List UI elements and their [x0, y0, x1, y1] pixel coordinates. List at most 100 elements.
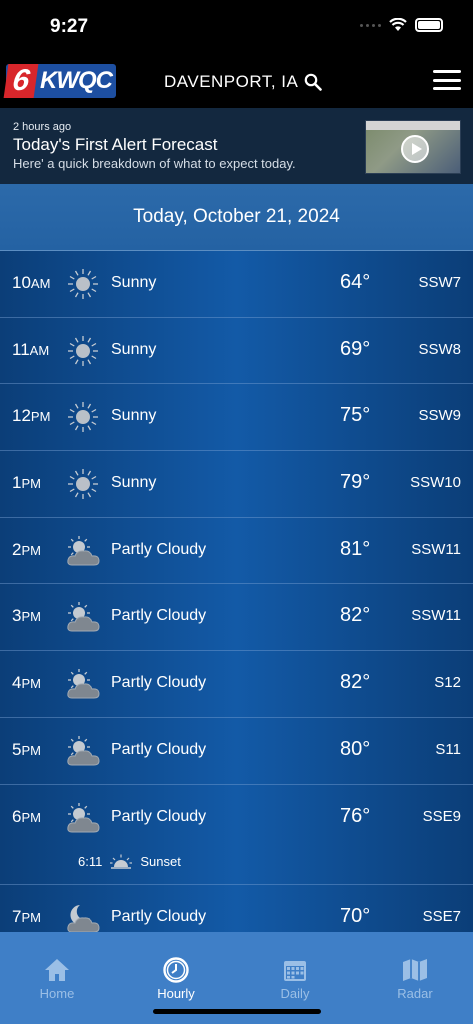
condition-label: Partly Cloudy [111, 907, 207, 925]
status-time: 9:27 [50, 16, 89, 37]
sunset-info: 6:11 Sunset [78, 854, 181, 870]
wind: S11 [435, 740, 461, 758]
wind: SSW9 [418, 407, 461, 425]
tab-daily[interactable]: Daily [250, 956, 340, 1001]
temperature: 81° [340, 537, 371, 560]
hourly-row[interactable]: 10AM Sunny 64° SSW7 [0, 251, 473, 318]
partly-cloudy-icon [67, 535, 100, 566]
partly-cloudy-icon [67, 735, 100, 766]
sunset-time: 6:11 [78, 854, 103, 869]
clock-icon [163, 957, 189, 983]
partly-cloudy-icon [67, 602, 100, 632]
location-label: DAVENPORT, IA [164, 72, 299, 91]
condition-label: Partly Cloudy [111, 540, 207, 558]
wind: SSW11 [411, 540, 461, 558]
temperature: 75° [340, 404, 371, 427]
hour-label: 2PM [12, 539, 41, 559]
hour-label: 7PM [12, 906, 41, 926]
station-logo[interactable]: 6 KWQC [3, 64, 116, 98]
temperature: 76° [340, 804, 371, 827]
wifi-icon [389, 18, 407, 31]
hourly-row[interactable]: 7PM Partly Cloudy 70° SSE7 [0, 885, 473, 932]
status-bar: 9:27 [0, 0, 473, 52]
hourly-row[interactable]: 6PM Partly Cloudy 76° SSE9 6:11 Sunset [0, 785, 473, 885]
tab-label: Daily [280, 986, 310, 1001]
wind: SSW10 [410, 474, 461, 492]
hourly-row[interactable]: 3PM Partly Cloudy 82° SSW11 [0, 584, 473, 652]
condition-label: Partly Cloudy [111, 807, 207, 825]
wind: SSE7 [422, 907, 461, 925]
video-thumbnail[interactable] [365, 120, 461, 174]
hamburger-menu-icon[interactable] [433, 70, 461, 90]
partly-cloudy-icon [67, 669, 100, 699]
wind: SSW8 [418, 340, 461, 358]
condition-label: Sunny [111, 274, 157, 291]
temperature: 80° [340, 737, 371, 760]
temperature: 69° [340, 337, 371, 360]
hour-label: 1PM [12, 473, 41, 493]
condition-label: Sunny [111, 474, 157, 492]
logo-text: KWQC [40, 67, 113, 94]
calendar-icon [284, 961, 306, 981]
hour-label: 5PM [12, 739, 41, 759]
hourly-list: 10AM Sunny 64° SSW7 11AM Sunny 69° SSW8 12PM Sunn… [0, 251, 473, 932]
play-icon[interactable] [401, 135, 429, 163]
condition-label: Partly Cloudy [111, 674, 207, 692]
temperature: 82° [340, 671, 371, 694]
tab-hourly[interactable]: Hourly [131, 956, 221, 1001]
logo-number: 6 [3, 64, 39, 98]
hour-label: 6PM [12, 806, 41, 826]
sun-icon [68, 335, 98, 366]
hourly-row[interactable]: 5PM Partly Cloudy 80° S11 [0, 718, 473, 785]
condition-label: Sunny [111, 407, 157, 425]
promo-title: Today's First Alert Forecast [13, 135, 218, 154]
hourly-row[interactable]: 1PM Sunny 79° SSW10 [0, 451, 473, 518]
temperature: 79° [340, 471, 371, 494]
status-icons [360, 18, 443, 32]
promo-timestamp: 2 hours ago [13, 121, 72, 133]
app-header: 6 KWQC DAVENPORT, IA [0, 52, 473, 108]
battery-icon [415, 18, 443, 32]
tab-label: Radar [397, 986, 433, 1001]
location-selector[interactable]: DAVENPORT, IA [164, 72, 323, 92]
tab-radar[interactable]: Radar [370, 956, 460, 1001]
hour-label: 10AM [12, 273, 51, 292]
home-indicator [153, 1009, 321, 1014]
sun-icon [68, 269, 98, 299]
hour-label: 12PM [12, 406, 51, 426]
sunset-label: Sunset [140, 854, 181, 869]
wind: S12 [434, 674, 461, 692]
forecast-video-promo[interactable]: 2 hours ago Today's First Alert Forecast… [0, 108, 473, 184]
sun-icon [68, 402, 98, 433]
tab-label: Hourly [157, 986, 195, 1001]
wind: SSW7 [418, 274, 461, 291]
condition-label: Sunny [111, 340, 157, 358]
map-icon [403, 959, 427, 981]
temperature: 82° [340, 604, 371, 627]
sun-icon [68, 469, 98, 500]
condition-label: Partly Cloudy [111, 607, 207, 625]
search-icon[interactable] [304, 73, 323, 91]
partly-cloudy-night-icon [67, 904, 100, 932]
forecast-date: Today, October 21, 2024 [0, 184, 473, 251]
wind: SSW11 [411, 607, 461, 625]
hourly-forecast[interactable]: Today, October 21, 2024 10AM Sunny 64° SSW7… [0, 184, 473, 932]
hourly-row[interactable]: 4PM Partly Cloudy 82° S12 [0, 651, 473, 718]
home-icon [45, 959, 69, 981]
temperature: 64° [340, 271, 371, 293]
hour-label: 4PM [12, 673, 41, 693]
hourly-row[interactable]: 11AM Sunny 69° SSW8 [0, 318, 473, 385]
wind: SSE9 [422, 807, 461, 825]
tab-label: Home [39, 986, 75, 1001]
cellular-signal-icon [360, 23, 381, 27]
promo-subtitle: Here' a quick breakdown of what to expec… [13, 156, 296, 171]
hourly-row[interactable]: 2PM Partly Cloudy 81° SSW11 [0, 518, 473, 585]
hour-label: 3PM [12, 606, 41, 626]
tab-home[interactable]: Home [12, 956, 102, 1001]
condition-label: Partly Cloudy [111, 740, 207, 758]
hourly-row[interactable]: 12PM Sunny 75° SSW9 [0, 384, 473, 452]
temperature: 70° [340, 904, 371, 927]
partly-cloudy-icon [67, 802, 100, 832]
hour-label: 11AM [12, 339, 50, 359]
sunset-icon [110, 854, 133, 869]
